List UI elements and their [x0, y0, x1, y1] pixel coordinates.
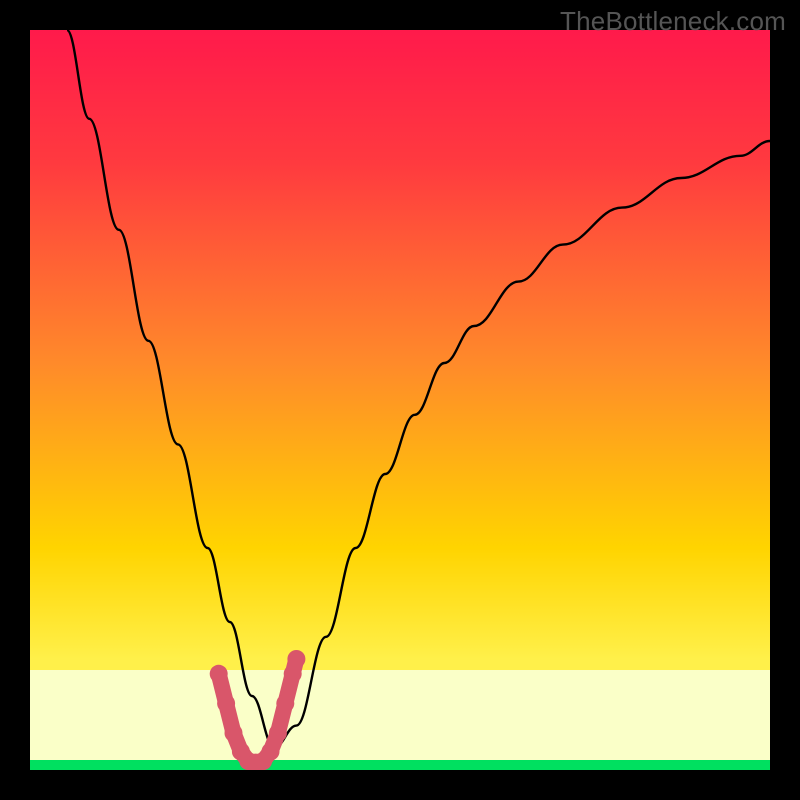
- baseline: [30, 760, 770, 770]
- watermark-text: TheBottleneck.com: [560, 6, 786, 37]
- lower-band: [30, 670, 770, 760]
- highlight-dot: [269, 724, 287, 742]
- chart-frame: TheBottleneck.com: [0, 0, 800, 800]
- highlight-dot: [210, 665, 228, 683]
- gradient-background: [30, 30, 770, 770]
- plot-area: [30, 30, 770, 770]
- highlight-dot: [262, 743, 280, 761]
- highlight-dot: [276, 694, 294, 712]
- highlight-dot: [287, 650, 305, 668]
- chart-canvas: [30, 30, 770, 770]
- highlight-dot: [225, 724, 243, 742]
- highlight-dot: [217, 694, 235, 712]
